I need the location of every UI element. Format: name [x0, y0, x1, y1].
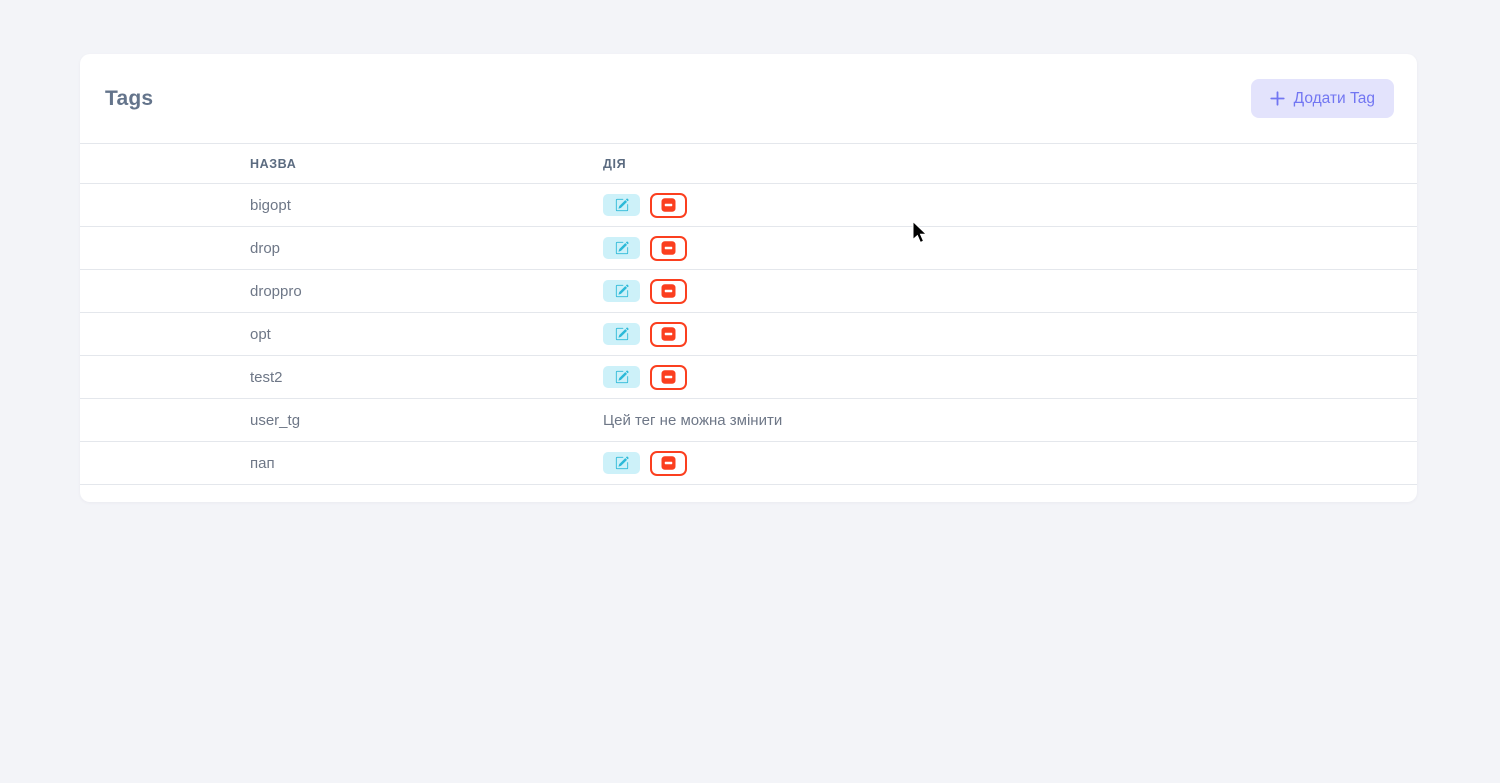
tag-name: drop	[250, 227, 603, 270]
action-buttons	[603, 322, 687, 347]
pencil-square-icon	[615, 370, 629, 384]
minus-square-icon	[661, 456, 676, 470]
action-buttons	[603, 279, 687, 304]
table-row: drop	[80, 227, 1417, 270]
table-row: user_tg Цей тег не можна змінити	[80, 399, 1417, 442]
spacer-cell	[80, 184, 250, 227]
delete-tag-button[interactable]	[650, 322, 687, 347]
column-header-name: НАЗВА	[250, 144, 603, 184]
pencil-square-icon	[615, 241, 629, 255]
delete-tag-button[interactable]	[650, 193, 687, 218]
minus-square-icon	[661, 327, 676, 341]
tag-name: пап	[250, 442, 603, 485]
tag-name: bigopt	[250, 184, 603, 227]
card-header: Tags Додати Tag	[80, 54, 1417, 143]
delete-tag-button[interactable]	[650, 451, 687, 476]
tag-name: user_tg	[250, 399, 603, 442]
tag-name: test2	[250, 356, 603, 399]
action-note: Цей тег не можна змінити	[603, 412, 782, 429]
minus-square-icon	[661, 284, 676, 298]
spacer-cell	[80, 227, 250, 270]
spacer-cell	[80, 270, 250, 313]
table-row: test2	[80, 356, 1417, 399]
tags-table-body: bigopt d	[80, 184, 1417, 485]
spacer-column-header	[80, 144, 250, 184]
action-buttons	[603, 451, 687, 476]
minus-square-icon	[661, 198, 676, 212]
spacer-cell	[80, 356, 250, 399]
pencil-square-icon	[615, 284, 629, 298]
add-tag-button[interactable]: Додати Tag	[1251, 79, 1394, 118]
add-tag-button-label: Додати Tag	[1294, 90, 1375, 108]
action-cell	[603, 184, 1417, 227]
delete-tag-button[interactable]	[650, 236, 687, 261]
spacer-cell	[80, 313, 250, 356]
edit-tag-button[interactable]	[603, 194, 640, 216]
action-cell	[603, 227, 1417, 270]
edit-tag-button[interactable]	[603, 280, 640, 302]
tags-card: Tags Додати Tag НАЗВА ДІЯ	[80, 54, 1417, 502]
action-cell: Цей тег не можна змінити	[603, 399, 1417, 442]
pencil-square-icon	[615, 198, 629, 212]
delete-tag-button[interactable]	[650, 279, 687, 304]
tag-name: opt	[250, 313, 603, 356]
action-cell	[603, 313, 1417, 356]
edit-tag-button[interactable]	[603, 237, 640, 259]
page-title: Tags	[105, 87, 153, 111]
minus-square-icon	[661, 241, 676, 255]
action-buttons	[603, 193, 687, 218]
pencil-square-icon	[615, 327, 629, 341]
minus-square-icon	[661, 370, 676, 384]
action-cell	[603, 442, 1417, 485]
delete-tag-button[interactable]	[650, 365, 687, 390]
edit-tag-button[interactable]	[603, 366, 640, 388]
action-cell	[603, 270, 1417, 313]
action-buttons	[603, 365, 687, 390]
action-cell	[603, 356, 1417, 399]
spacer-cell	[80, 399, 250, 442]
table-header-row: НАЗВА ДІЯ	[80, 144, 1417, 184]
action-buttons	[603, 236, 687, 261]
table-row: opt	[80, 313, 1417, 356]
table-row: bigopt	[80, 184, 1417, 227]
edit-tag-button[interactable]	[603, 323, 640, 345]
page-background: Tags Додати Tag НАЗВА ДІЯ	[0, 0, 1500, 783]
tags-table: НАЗВА ДІЯ bigopt	[80, 143, 1417, 485]
spacer-cell	[80, 442, 250, 485]
tag-name: droppro	[250, 270, 603, 313]
table-row: пап	[80, 442, 1417, 485]
edit-tag-button[interactable]	[603, 452, 640, 474]
pencil-square-icon	[615, 456, 629, 470]
plus-icon	[1270, 91, 1285, 106]
table-row: droppro	[80, 270, 1417, 313]
column-header-action: ДІЯ	[603, 144, 1417, 184]
